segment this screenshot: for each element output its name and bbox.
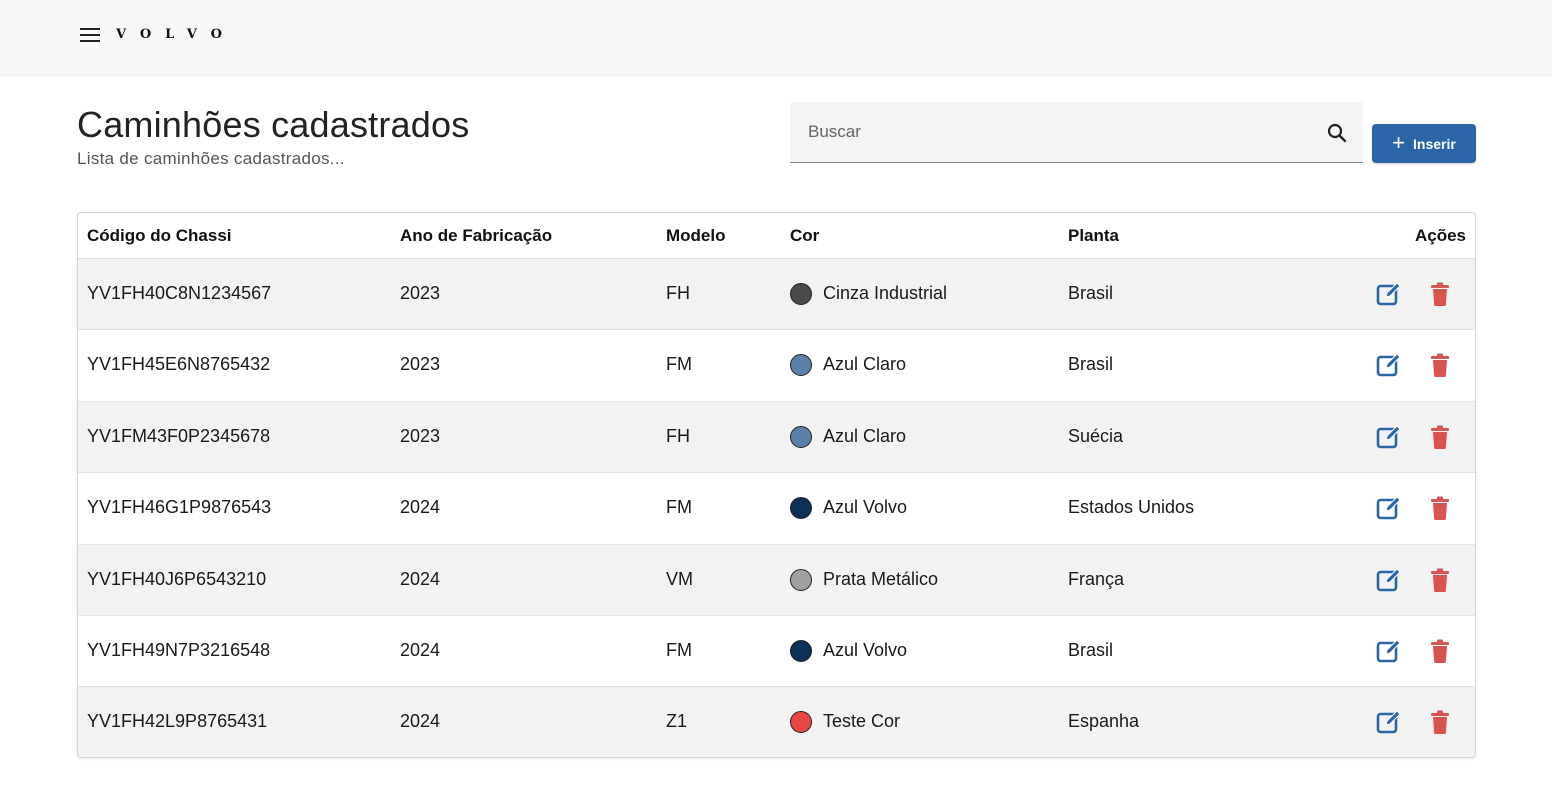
trash-icon[interactable] [1430, 352, 1450, 378]
cell-chassi: YV1FM43F0P2345678 [87, 425, 271, 446]
page-subtitle: Lista de caminhões cadastrados... [77, 149, 345, 168]
search-input[interactable] [790, 102, 1363, 162]
cell-ano: 2023 [400, 425, 441, 446]
trucks-table: Código do Chassi Ano de Fabricação Model… [77, 212, 1476, 758]
trash-icon[interactable] [1430, 567, 1450, 593]
cell-cor: Azul Claro [823, 425, 907, 446]
color-swatch [790, 354, 812, 377]
column-header-cor[interactable]: Cor [790, 226, 819, 246]
trash-icon[interactable] [1430, 424, 1450, 450]
cell-chassi: YV1FH45E6N8765432 [87, 354, 271, 375]
cell-cor: Teste Cor [823, 711, 901, 732]
cell-planta: Espanha [1068, 711, 1140, 732]
cell-planta: França [1068, 568, 1125, 589]
cell-ano: 2023 [400, 354, 441, 375]
cell-modelo: FM [666, 497, 692, 518]
cell-chassi: YV1FH46G1P9876543 [87, 497, 272, 518]
cell-modelo: Z1 [666, 711, 688, 732]
cell-cor: Azul Volvo [823, 497, 908, 518]
color-swatch [790, 639, 812, 662]
search-field[interactable] [790, 102, 1363, 163]
cell-ano: 2024 [400, 497, 441, 518]
trash-icon[interactable] [1430, 638, 1450, 664]
volvo-logo[interactable]: VOLVO [116, 27, 236, 42]
column-header-planta[interactable]: Planta [1068, 226, 1119, 246]
cell-cor: Azul Volvo [823, 639, 908, 660]
table-row: YV1FH42L9P8765431 2024 Z1 Teste Cor Espanha [78, 687, 1475, 757]
cell-planta: Estados Unidos [1068, 497, 1195, 518]
cell-chassi: YV1FH40J6P6543210 [87, 568, 267, 589]
trash-icon[interactable] [1430, 495, 1450, 521]
cell-modelo: FH [666, 283, 690, 303]
cell-planta: Brasil [1068, 354, 1114, 375]
edit-icon[interactable] [1376, 638, 1402, 664]
edit-icon[interactable] [1376, 281, 1402, 307]
top-navbar: VOLVO [0, 0, 1552, 75]
table-row: YV1FH46G1P9876543 2024 FM Azul Volvo Estados… [78, 473, 1475, 545]
cell-chassi: YV1FH42L9P8765431 [87, 711, 268, 732]
hamburger-menu-icon[interactable] [78, 26, 102, 44]
cell-planta: Brasil [1068, 283, 1114, 303]
table-row: YV1FH45E6N8765432 2023 FM Azul Claro Brasil [78, 330, 1475, 402]
column-header-ano[interactable]: Ano de Fabricação [400, 226, 552, 246]
column-header-modelo[interactable]: Modelo [666, 226, 726, 246]
cell-modelo: FH [666, 425, 690, 446]
edit-icon[interactable] [1376, 567, 1402, 593]
table-row: YV1FH40C8N1234567 2023 FH Cinza Industrial B… [78, 259, 1475, 331]
cell-ano: 2024 [400, 711, 441, 732]
cell-chassi: YV1FH40C8N1234567 [87, 283, 272, 303]
edit-icon[interactable] [1376, 424, 1402, 450]
cell-cor: Cinza Industrial [823, 283, 948, 303]
trash-icon[interactable] [1430, 281, 1450, 307]
edit-icon[interactable] [1376, 709, 1402, 735]
column-header-acoes: Ações [1414, 226, 1466, 245]
color-swatch [790, 711, 812, 734]
trash-icon[interactable] [1430, 709, 1450, 735]
table-row: YV1FH40J6P6543210 2024 VM Prata Metálico Fra… [78, 544, 1475, 616]
insert-button[interactable]: + Inserir [1372, 124, 1476, 163]
color-swatch [790, 568, 812, 591]
cell-cor: Azul Claro [823, 354, 907, 375]
insert-button-label: Inserir [1413, 135, 1456, 152]
color-swatch [790, 497, 812, 520]
color-swatch [790, 283, 812, 305]
cell-chassi: YV1FH49N7P3216548 [87, 639, 271, 660]
table-header: Código do Chassi Ano de Fabricação Model… [78, 213, 1475, 259]
search-icon[interactable] [1325, 121, 1349, 145]
cell-modelo: FM [666, 354, 692, 375]
cell-ano: 2024 [400, 568, 441, 589]
cell-ano: 2023 [400, 283, 441, 303]
page-title: Caminhões cadastrados [77, 104, 470, 145]
edit-icon[interactable] [1376, 495, 1402, 521]
plus-icon: + [1392, 129, 1406, 155]
color-swatch [790, 425, 812, 448]
column-header-chassi[interactable]: Código do Chassi [87, 226, 232, 246]
cell-modelo: FM [666, 639, 692, 660]
cell-planta: Suécia [1068, 425, 1124, 446]
table-row: YV1FM43F0P2345678 2023 FH Azul Claro Suécia [78, 401, 1475, 474]
cell-cor: Prata Metálico [823, 568, 939, 589]
table-row: YV1FH49N7P3216548 2024 FM Azul Volvo Brasil [78, 615, 1475, 688]
table-body: YV1FH40C8N1234567 2023 FH Cinza Industrial B… [78, 259, 1475, 757]
edit-icon[interactable] [1376, 352, 1402, 378]
cell-modelo: VM [666, 568, 693, 589]
cell-planta: Brasil [1068, 639, 1114, 660]
cell-ano: 2024 [400, 639, 441, 660]
